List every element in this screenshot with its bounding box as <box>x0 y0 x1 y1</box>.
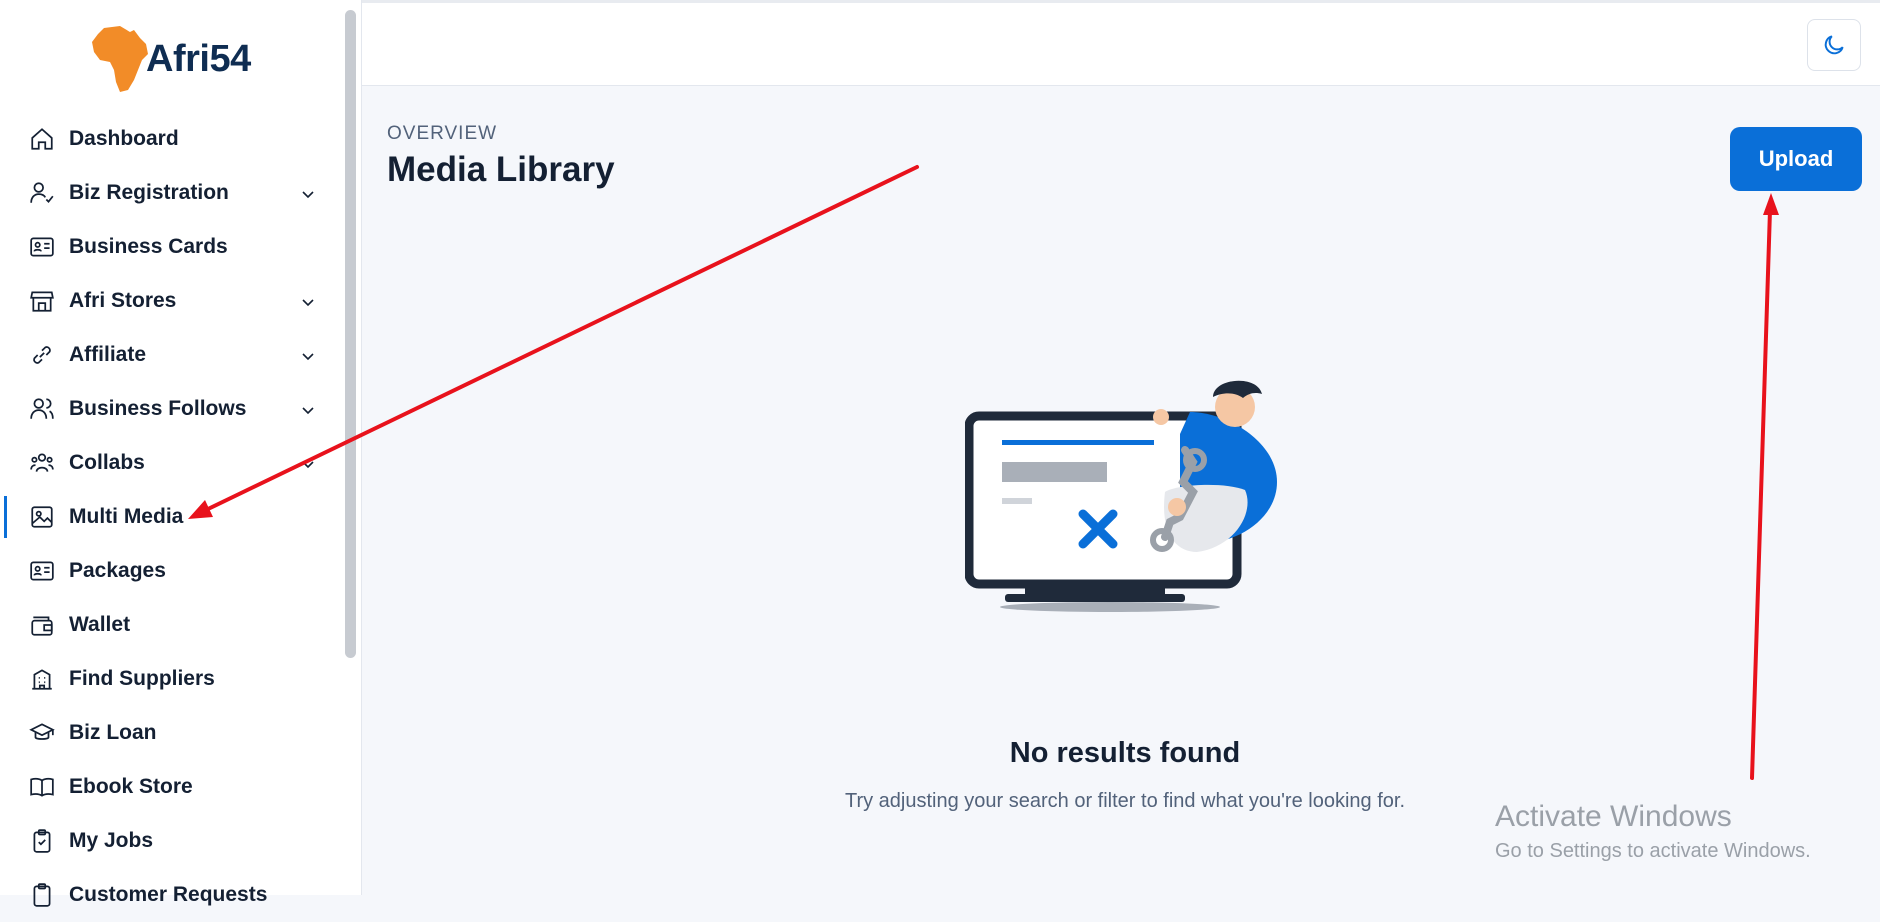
chevron-down-icon <box>302 191 314 199</box>
sidebar-item-packages[interactable]: Packages <box>0 544 345 598</box>
sidebar-item-customer-requests[interactable]: Customer Requests <box>0 868 345 922</box>
link-icon <box>28 341 56 369</box>
sidebar-item-business-cards[interactable]: Business Cards <box>0 220 345 274</box>
sidebar-item-business-follows[interactable]: Business Follows <box>0 382 345 436</box>
sidebar-item-label: My Jobs <box>69 829 154 852</box>
home-icon <box>28 125 56 153</box>
clipboard-icon <box>28 881 56 909</box>
sidebar-item-label: Multi Media <box>69 505 184 528</box>
africa-map-icon <box>92 26 148 92</box>
annotation-arrowhead <box>1763 193 1779 215</box>
sidebar-item-ebook-store[interactable]: Ebook Store <box>0 760 345 814</box>
brand-name: Afri54 <box>146 37 251 80</box>
id-card-icon <box>28 557 56 585</box>
page-eyebrow: OVERVIEW <box>387 123 498 144</box>
sidebar-item-label: Biz Registration <box>69 181 229 204</box>
page-title: Media Library <box>387 150 615 189</box>
graduation-cap-icon <box>28 719 56 747</box>
sidebar-item-label: Affiliate <box>69 343 147 366</box>
chevron-down-icon <box>302 299 314 307</box>
sidebar-item-label: Afri Stores <box>69 289 177 312</box>
moon-icon <box>1824 35 1844 55</box>
sidebar-item-collabs[interactable]: Collabs <box>0 436 345 490</box>
user-check-icon <box>28 179 56 207</box>
chevron-down-icon <box>302 461 314 469</box>
users-icon <box>28 395 56 423</box>
sidebar-item-label: Dashboard <box>69 127 179 150</box>
sidebar-item-label: Find Suppliers <box>69 667 215 690</box>
sidebar-item-afri-stores[interactable]: Afri Stores <box>0 274 345 328</box>
top-bar <box>362 0 1880 86</box>
sidebar-item-multi-media[interactable]: Multi Media <box>0 490 345 544</box>
sidebar-item-biz-registration[interactable]: Biz Registration <box>0 166 345 220</box>
brand-logo[interactable]: Afri54 <box>90 24 251 94</box>
book-icon <box>28 773 56 801</box>
upload-button[interactable]: Upload <box>1730 127 1862 191</box>
sidebar-item-dashboard[interactable]: Dashboard <box>0 112 345 166</box>
chevron-down-icon <box>302 353 314 361</box>
store-icon <box>28 287 56 315</box>
sidebar-item-biz-loan[interactable]: Biz Loan <box>0 706 345 760</box>
empty-state-subtitle: Try adjusting your search or filter to f… <box>844 790 1405 812</box>
building-icon <box>28 665 56 693</box>
chevron-down-icon <box>302 407 314 415</box>
sidebar-item-label: Customer Requests <box>69 883 268 906</box>
sidebar: Afri54 Dashboard Biz Registration Busine… <box>0 0 362 907</box>
group-icon <box>28 449 56 477</box>
sidebar-item-label: Business Cards <box>69 235 228 258</box>
sidebar-item-label: Biz Loan <box>69 721 157 744</box>
sidebar-item-label: Packages <box>69 559 166 582</box>
sidebar-item-label: Ebook Store <box>69 775 193 798</box>
clipboard-check-icon <box>28 827 56 855</box>
sidebar-item-label: Wallet <box>69 613 131 636</box>
wallet-icon <box>28 611 56 639</box>
id-card-icon <box>28 233 56 261</box>
windows-watermark-title: Activate Windows <box>1495 800 1732 833</box>
annotation-arrow-to-upload <box>1750 208 1772 780</box>
image-icon <box>28 503 56 531</box>
sidebar-item-affiliate[interactable]: Affiliate <box>0 328 345 382</box>
sidebar-item-find-suppliers[interactable]: Find Suppliers <box>0 652 345 706</box>
empty-state-illustration <box>965 380 1277 612</box>
sidebar-nav: Dashboard Biz Registration Business Card… <box>0 112 345 922</box>
windows-watermark-subtitle: Go to Settings to activate Windows. <box>1495 840 1811 862</box>
sidebar-item-label: Collabs <box>69 451 145 474</box>
empty-state-title: No results found <box>1009 737 1241 769</box>
sidebar-item-label: Business Follows <box>69 397 247 420</box>
sidebar-item-wallet[interactable]: Wallet <box>0 598 345 652</box>
theme-toggle-button[interactable] <box>1807 19 1861 71</box>
sidebar-scrollbar[interactable] <box>345 10 356 658</box>
sidebar-item-my-jobs[interactable]: My Jobs <box>0 814 345 868</box>
